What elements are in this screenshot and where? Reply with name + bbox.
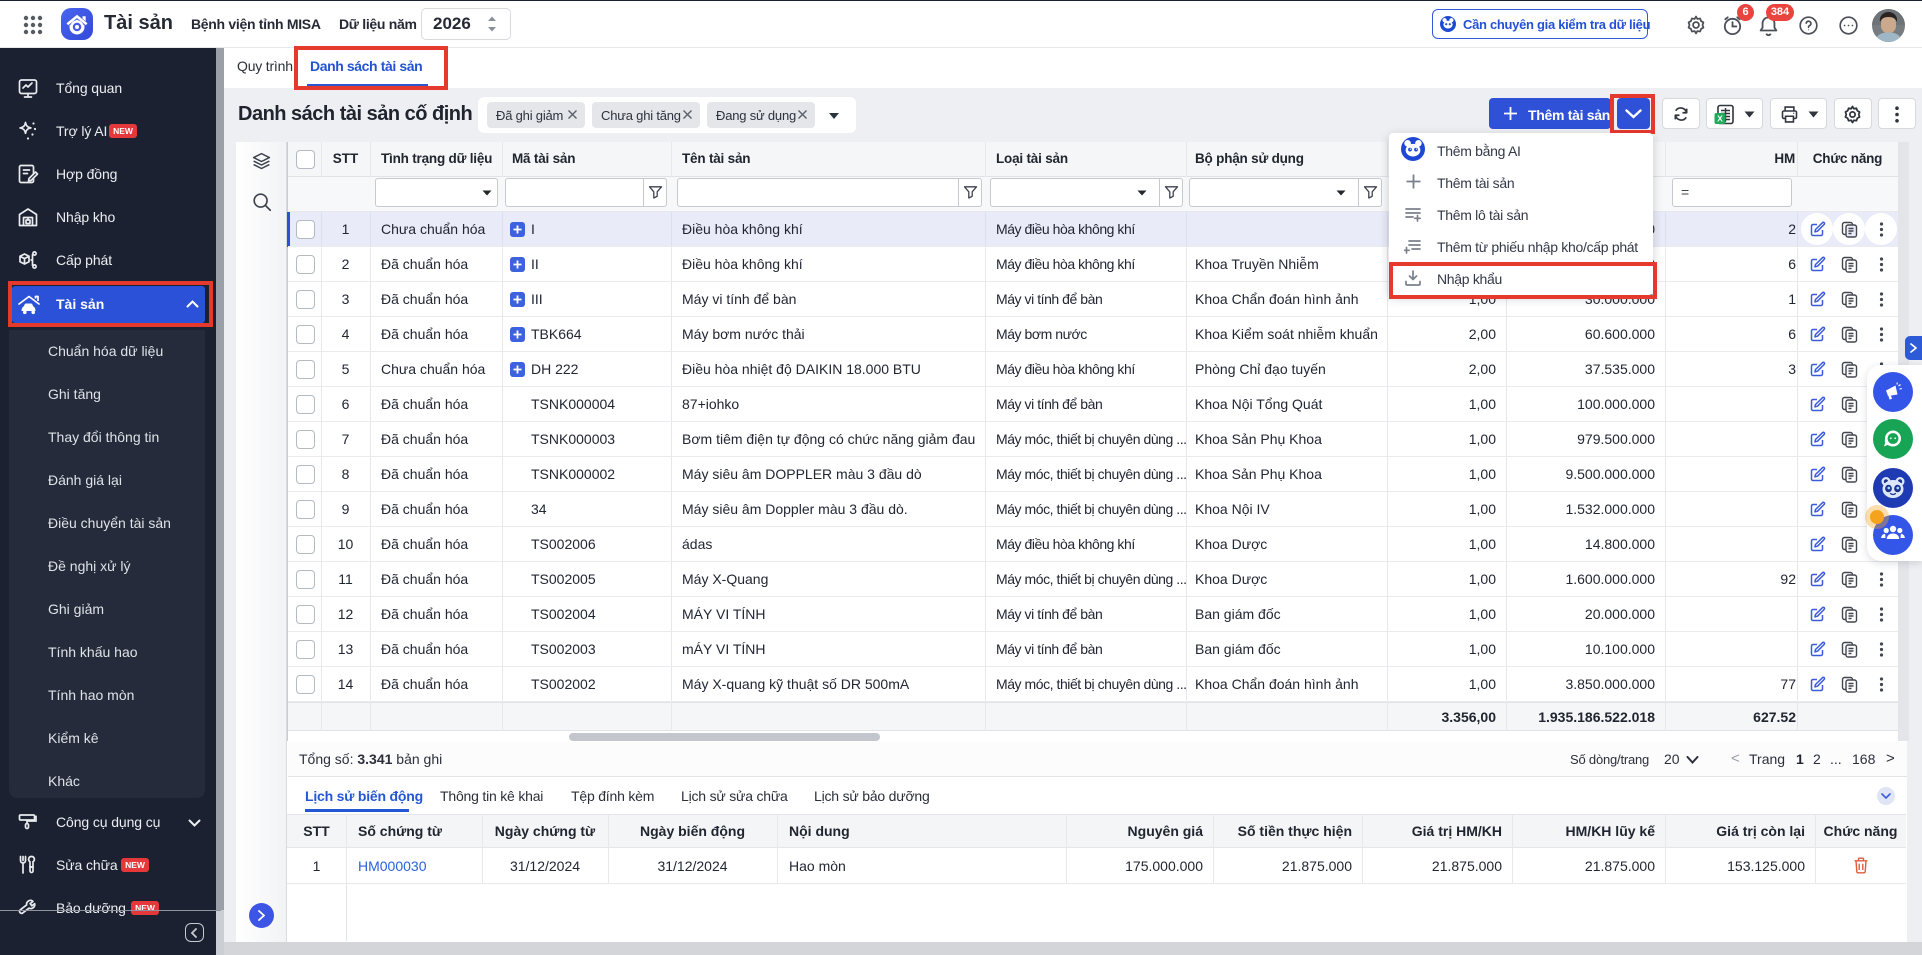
svg-text:X: X: [1717, 114, 1723, 124]
